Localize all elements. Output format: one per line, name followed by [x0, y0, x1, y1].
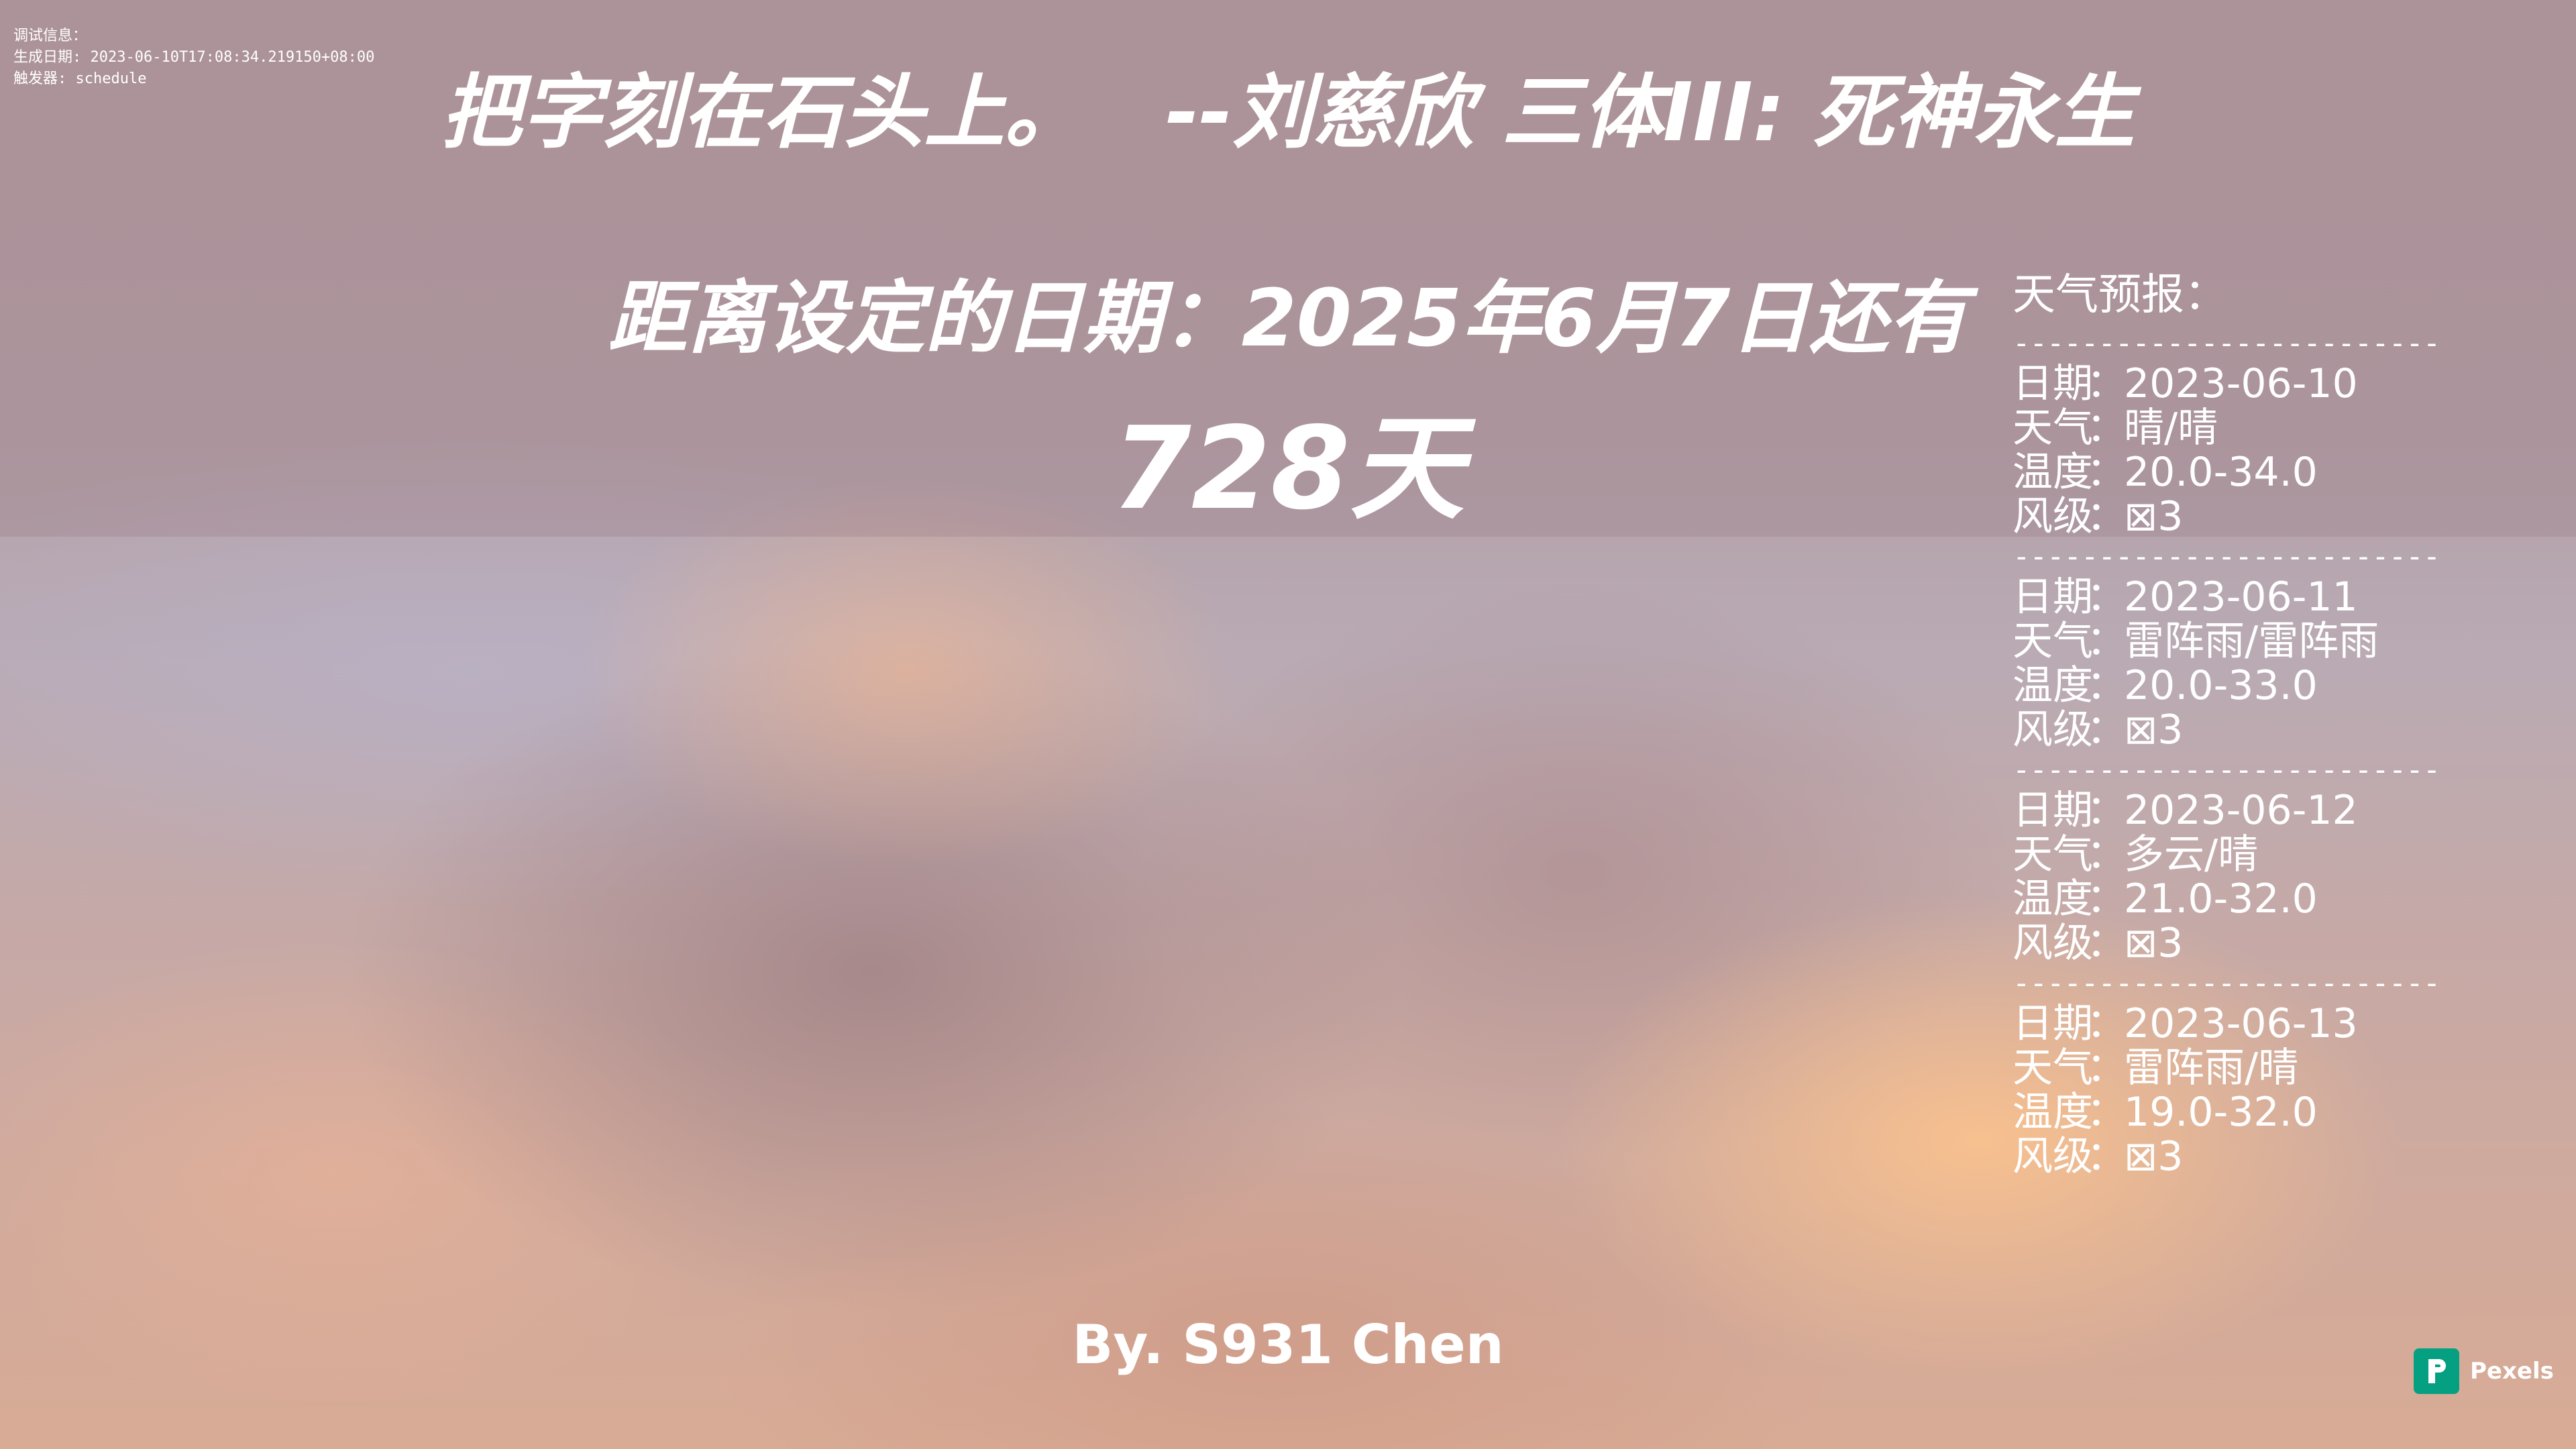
weather-date-value: 2023-06-11	[2124, 574, 2358, 621]
weather-temperature-value: 20.0-33.0	[2124, 662, 2318, 709]
weather-wind-label: 风级	[2012, 1133, 2093, 1180]
weather-date-label: 日期	[2012, 787, 2093, 834]
weather-temperature-value: 21.0-32.0	[2124, 875, 2318, 922]
weather-condition-value: 晴/晴	[2124, 405, 2218, 451]
weather-wind-row: 风级：⊠3	[2012, 921, 2449, 965]
weather-condition-value: 多云/晴	[2124, 831, 2259, 878]
colon: ：	[2086, 787, 2127, 834]
weather-date-row: 日期：2023-06-12	[2012, 788, 2449, 833]
weather-temperature-value: 20.0-34.0	[2124, 449, 2318, 496]
weather-date-row: 日期：2023-06-13	[2012, 1002, 2449, 1046]
weather-condition-label: 天气	[2012, 618, 2093, 665]
colon: ：	[2086, 706, 2127, 753]
colon: ：	[2086, 574, 2127, 621]
weather-wind-value: ⊠3	[2124, 493, 2184, 540]
weather-day-block: 日期：2023-06-11 天气：雷阵雨/雷阵雨 温度：20.0-33.0 风级：⊠3	[2012, 575, 2449, 752]
weather-temperature-row: 温度：21.0-32.0	[2012, 877, 2449, 921]
colon: ：	[2086, 618, 2127, 665]
weather-date-value: 2023-06-13	[2124, 1000, 2358, 1047]
weather-wind-label: 风级	[2012, 706, 2093, 753]
weather-condition-row: 天气：雷阵雨/晴	[2012, 1046, 2449, 1090]
colon: ：	[2086, 405, 2127, 451]
weather-condition-value: 雷阵雨/晴	[2124, 1044, 2299, 1091]
quote-text: 把字刻在石头上。	[441, 66, 1085, 160]
weather-day-block: 日期：2023-06-10 天气：晴/晴 温度：20.0-34.0 风级：⊠3	[2012, 362, 2449, 539]
weather-date-row: 日期：2023-06-10	[2012, 362, 2449, 406]
weather-condition-value: 雷阵雨/雷阵雨	[2124, 618, 2379, 665]
weather-date-row: 日期：2023-06-11	[2012, 575, 2449, 619]
colon: ：	[2086, 875, 2127, 922]
pexels-logo-icon	[2414, 1348, 2459, 1394]
colon: ：	[2086, 831, 2127, 878]
quote-line: 把字刻在石头上。 --刘慈欣 三体III: 死神永生	[0, 47, 2576, 164]
weather-wind-label: 风级	[2012, 920, 2093, 967]
weather-forecast-panel: 天气预报： --------------------------------日期…	[2012, 265, 2449, 1179]
debug-title: 调试信息：	[13, 28, 88, 44]
weather-day-block: 日期：2023-06-12 天气：多云/晴 温度：21.0-32.0 风级：⊠3	[2012, 788, 2449, 965]
weather-temperature-row: 温度：20.0-34.0	[2012, 450, 2449, 494]
weather-date-value: 2023-06-12	[2124, 787, 2358, 834]
pexels-label: Pexels	[2470, 1358, 2554, 1385]
colon: ：	[2086, 449, 2127, 496]
weather-temperature-label: 温度	[2012, 449, 2093, 496]
weather-temperature-label: 温度	[2012, 875, 2093, 922]
weather-condition-row: 天气：多云/晴	[2012, 833, 2449, 877]
weather-condition-label: 天气	[2012, 1044, 2093, 1091]
pexels-watermark: Pexels	[2414, 1348, 2554, 1394]
weather-date-label: 日期	[2012, 360, 2093, 407]
weather-day-block: 日期：2023-06-13 天气：雷阵雨/晴 温度：19.0-32.0 风级：⊠3	[2012, 1002, 2449, 1179]
colon: ：	[2086, 662, 2127, 709]
weather-temperature-label: 温度	[2012, 662, 2093, 709]
weather-temperature-row: 温度：19.0-32.0	[2012, 1090, 2449, 1134]
weather-days: --------------------------------日期：2023-…	[2012, 325, 2449, 1179]
weather-wind-row: 风级：⊠3	[2012, 708, 2449, 752]
weather-date-label: 日期	[2012, 574, 2093, 621]
weather-condition-label: 天气	[2012, 831, 2093, 878]
weather-heading: 天气预报：	[2012, 270, 2227, 320]
colon: ：	[2086, 493, 2127, 540]
colon: ：	[2086, 1000, 2127, 1047]
weather-separator: --------------------------------	[2012, 753, 2442, 787]
quote-attribution: --刘慈欣 三体III: 死神永生	[1165, 66, 2135, 160]
colon: ：	[2086, 1044, 2127, 1091]
weather-separator: --------------------------------	[2012, 966, 2442, 1000]
colon: ：	[2086, 1133, 2127, 1180]
weather-wind-value: ⊠3	[2124, 706, 2184, 753]
weather-separator: --------------------------------	[2012, 326, 2442, 360]
author-byline: By. S931 Chen	[1072, 1313, 1504, 1376]
weather-condition-label: 天气	[2012, 405, 2093, 451]
colon: ：	[2086, 1089, 2127, 1136]
weather-condition-row: 天气：晴/晴	[2012, 406, 2449, 450]
colon: ：	[2086, 920, 2127, 967]
colon: ：	[2086, 360, 2127, 407]
weather-wind-row: 风级：⊠3	[2012, 1134, 2449, 1179]
weather-temperature-value: 19.0-32.0	[2124, 1089, 2318, 1136]
weather-separator: --------------------------------	[2012, 539, 2442, 574]
weather-date-label: 日期	[2012, 1000, 2093, 1047]
weather-temperature-row: 温度：20.0-33.0	[2012, 663, 2449, 708]
weather-wind-value: ⊠3	[2124, 1133, 2184, 1180]
weather-date-value: 2023-06-10	[2124, 360, 2358, 407]
weather-temperature-label: 温度	[2012, 1089, 2093, 1136]
weather-wind-value: ⊠3	[2124, 920, 2184, 967]
weather-condition-row: 天气：雷阵雨/雷阵雨	[2012, 619, 2449, 663]
weather-wind-label: 风级	[2012, 493, 2093, 540]
weather-wind-row: 风级：⊠3	[2012, 494, 2449, 539]
